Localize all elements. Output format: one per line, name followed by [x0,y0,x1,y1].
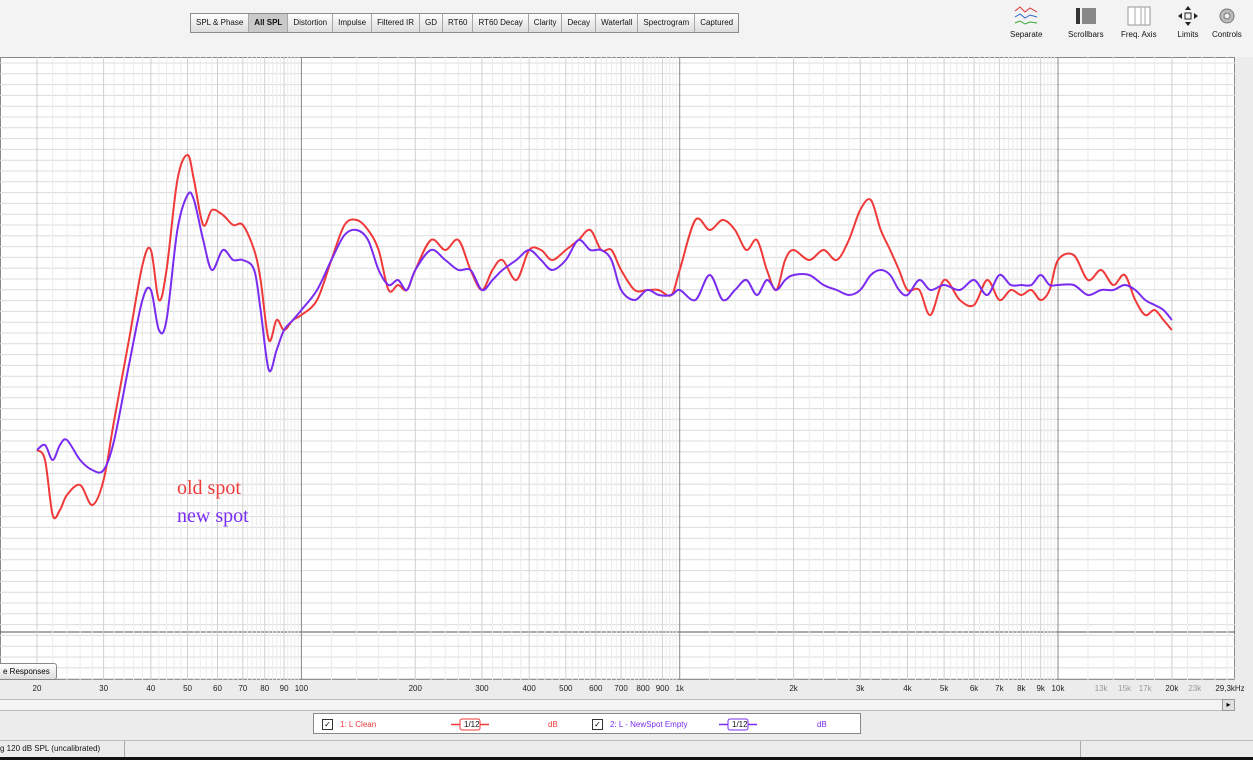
x-tick-label: 80 [260,684,270,693]
responses-button[interactable]: e Responses [0,663,57,680]
x-tick-label: 700 [614,684,628,693]
x-tick-label: 20 [32,684,42,693]
status-divider [1080,741,1081,757]
scrollbars-button[interactable]: Scrollbars [1068,4,1104,39]
x-tick-label: 17k [1138,684,1152,693]
status-divider [124,741,125,757]
x-tick-label: 5k [939,684,949,693]
measurement-1-checkbox[interactable]: ✓ [322,719,333,730]
x-tick-label: 50 [183,684,192,693]
measurement-1-label: 1: L Clean [340,720,377,729]
x-tick-label: 3k [855,684,865,693]
measurement-2-unit: dB [817,720,827,729]
tab-distortion[interactable]: Distortion [288,14,334,32]
tab-spectrogram[interactable]: Spectrogram [638,14,696,32]
x-tick-label: 1k [675,684,684,693]
x-tick-label: 20k [1165,684,1179,693]
status-bar: g 120 dB SPL (uncalibrated) [0,740,1253,758]
old-spot-annotation: old spot [177,477,241,499]
tab-decay[interactable]: Decay [562,14,597,32]
series-line-old-spot [36,153,1173,520]
x-tick-label: 7k [995,684,1004,693]
x-tick-label: 70 [238,684,248,693]
gear-icon [1213,4,1241,28]
scrollbars-icon [1072,4,1100,28]
measurement-legend: ✓ 1: L Clean 1/12 dB ✓ 2: L - NewSpot Em… [313,713,861,734]
status-text: g 120 dB SPL (uncalibrated) [0,744,101,753]
x-tick-label: 300 [475,684,489,693]
tab-all-spl[interactable]: All SPL [249,14,289,32]
spl-chart [0,57,1235,680]
limits-label: Limits [1177,30,1199,39]
spl-graph[interactable]: old spot new spot [0,57,1235,680]
tab-filtered-ir[interactable]: Filtered IR [372,14,421,32]
x-tick-label: 23k [1188,684,1202,693]
tab-rt60[interactable]: RT60 [443,14,474,32]
separate-button[interactable]: Separate [1010,4,1042,39]
x-tick-label: 2k [789,684,798,693]
measurement-2-smoothing-label: 1/12 [732,720,748,729]
measurement-1-unit: dB [548,720,558,729]
x-tick-label: 60 [213,684,222,693]
freq-axis-button[interactable]: Freq. Axis [1121,4,1157,39]
tab-captured[interactable]: Captured [695,14,739,32]
tab-gd[interactable]: GD [420,14,444,32]
x-tick-label: 30 [99,684,109,693]
x-tick-label: 600 [589,684,603,693]
separate-icon [1012,4,1040,28]
horizontal-scrollbar[interactable] [0,699,1235,711]
x-tick-label: 9k [1036,684,1045,693]
tab-spl-phase[interactable]: SPL & Phase [191,14,250,32]
controls-label: Controls [1212,30,1242,39]
measurement-2-label: 2: L - NewSpot Empty [610,720,688,729]
x-tick-label: 13k [1094,684,1108,693]
limits-icon [1174,4,1202,28]
x-tick-label: 900 [655,684,670,693]
x-tick-label: 800 [636,684,650,693]
separate-label: Separate [1010,30,1043,39]
scrollbars-label: Scrollbars [1068,30,1104,39]
frequency-axis: 20 30 40 50 60 70 80 90 100 200 300 400 500 600 700 800… [0,682,1253,698]
tab-clarity[interactable]: Clarity [528,14,563,32]
graph-tabs: SPL & Phase All SPL Distortion Impulse Filte… [190,13,740,33]
x-tick-label: 4k [903,684,912,693]
controls-button[interactable]: Controls [1212,4,1242,39]
freq-axis-label: Freq. Axis [1121,30,1157,39]
x-tick-label: 40 [146,684,156,693]
tab-rt60-decay[interactable]: RT60 Decay [473,14,529,32]
freq-axis-icon [1125,4,1153,28]
toolbar: SPL & Phase All SPL Distortion Impulse Filte… [0,0,1253,57]
x-tick-label: 10k [1051,684,1065,693]
tab-waterfall[interactable]: Waterfall [596,14,639,32]
limits-button[interactable]: Limits [1174,4,1202,39]
x-tick-label: 500 [559,684,573,693]
new-spot-annotation: new spot [177,505,249,527]
measurement-2-smoothing[interactable]: 1/12 [719,718,757,731]
tab-impulse[interactable]: Impulse [333,14,373,32]
x-tick-label: 15k [1118,684,1132,693]
x-tick-label: 29,3kHz [1215,684,1245,693]
x-tick-label: 8k [1017,684,1026,693]
x-tick-label: 200 [408,684,422,693]
measurement-1-smoothing[interactable]: 1/12 [451,718,489,731]
x-tick-label: 100 [294,684,309,693]
scroll-right-arrow-icon[interactable]: ▸ [1222,699,1235,711]
measurement-2-checkbox[interactable]: ✓ [592,719,603,730]
x-tick-label: 400 [522,684,536,693]
x-tick-label: 6k [969,684,979,693]
x-tick-label: 90 [279,684,289,693]
measurement-1-smoothing-label: 1/12 [464,720,480,729]
